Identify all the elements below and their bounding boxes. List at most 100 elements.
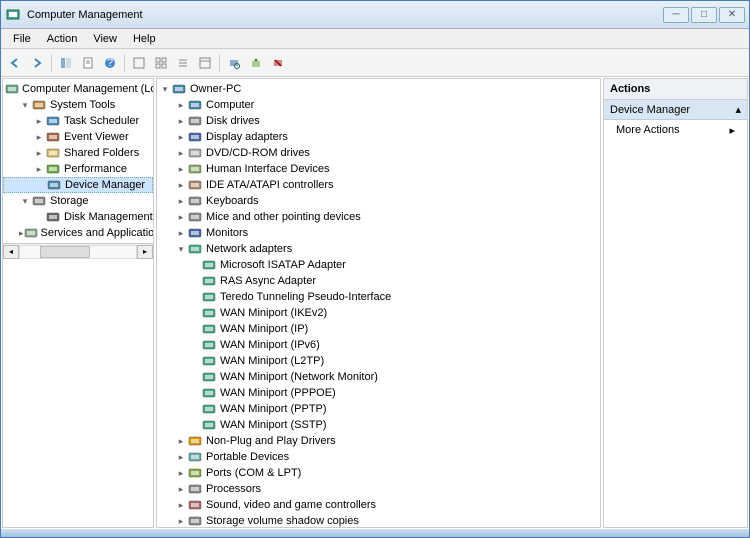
tree-item[interactable]: ▸Human Interface Devices — [157, 161, 600, 177]
menu-action[interactable]: Action — [39, 31, 86, 47]
expand-icon[interactable]: ▸ — [175, 212, 187, 223]
expand-icon[interactable]: ▸ — [175, 468, 187, 479]
tree-item[interactable]: ▸Processors — [157, 481, 600, 497]
expand-icon[interactable]: ▸ — [33, 148, 45, 159]
expand-icon[interactable]: ▸ — [175, 516, 187, 527]
tree-item[interactable]: ▸Event Viewer — [3, 129, 153, 145]
tree-item[interactable]: ▸Computer — [157, 97, 600, 113]
titlebar: Computer Management ─ □ ✕ — [1, 1, 749, 29]
forward-button[interactable] — [27, 53, 47, 73]
tree-item[interactable]: ▸Sound, video and game controllers — [157, 497, 600, 513]
close-button[interactable]: ✕ — [719, 7, 745, 23]
expand-icon[interactable]: ▸ — [175, 132, 187, 143]
tree-item[interactable]: WAN Miniport (IPv6) — [157, 337, 600, 353]
view-large-button[interactable] — [129, 53, 149, 73]
expand-icon[interactable]: ▸ — [175, 436, 187, 447]
collapse-icon[interactable]: ▾ — [175, 244, 187, 255]
show-hide-tree-button[interactable] — [56, 53, 76, 73]
neta-icon — [201, 386, 217, 400]
menu-view[interactable]: View — [85, 31, 125, 47]
more-actions-item[interactable]: More Actions ▸ — [604, 120, 747, 141]
expand-icon[interactable]: ▸ — [175, 116, 187, 127]
expand-icon[interactable]: ▸ — [33, 116, 45, 127]
tree-item[interactable]: Disk Management — [3, 209, 153, 225]
expand-icon[interactable]: ▸ — [175, 148, 187, 159]
left-hscrollbar[interactable]: ◂▸ — [3, 243, 153, 259]
menu-help[interactable]: Help — [125, 31, 164, 47]
collapse-icon[interactable]: ▾ — [159, 84, 171, 95]
tree-item[interactable]: ▸Disk drives — [157, 113, 600, 129]
svg-text:?: ? — [107, 57, 113, 69]
tree-item[interactable]: WAN Miniport (Network Monitor) — [157, 369, 600, 385]
expand-icon[interactable]: ▸ — [33, 132, 45, 143]
view-list-button[interactable] — [173, 53, 193, 73]
tree-item[interactable]: ▸ Mice and other pointing devices — [157, 209, 600, 225]
tree-item[interactable]: WAN Miniport (PPPOE) — [157, 385, 600, 401]
tree-item[interactable]: ▸Services and Applications — [3, 225, 153, 241]
tree-item[interactable]: ▸Non-Plug and Play Drivers — [157, 433, 600, 449]
tree-item[interactable]: ▸DVD/CD-ROM drives — [157, 145, 600, 161]
back-button[interactable] — [5, 53, 25, 73]
neta-icon — [201, 338, 217, 352]
tree-item[interactable]: WAN Miniport (IKEv2) — [157, 305, 600, 321]
device-root[interactable]: ▾ Owner-PC — [157, 81, 600, 97]
tree-item-label: WAN Miniport (SSTP) — [220, 419, 327, 431]
expand-icon[interactable]: ▸ — [175, 180, 187, 191]
tree-item-label: Mice and other pointing devices — [206, 211, 361, 223]
tree-item-label: Storage — [50, 195, 89, 207]
expand-icon[interactable]: ▸ — [175, 228, 187, 239]
help-button[interactable]: ? — [100, 53, 120, 73]
expand-icon[interactable]: ▸ — [175, 500, 187, 511]
tree-item[interactable]: ▸Portable Devices — [157, 449, 600, 465]
neta-icon — [201, 354, 217, 368]
neta-icon — [201, 274, 217, 288]
tree-item[interactable]: WAN Miniport (SSTP) — [157, 417, 600, 433]
scan-hardware-button[interactable] — [224, 53, 244, 73]
view-small-button[interactable] — [151, 53, 171, 73]
expand-icon[interactable]: ▸ — [175, 452, 187, 463]
sound-icon — [187, 498, 203, 512]
tree-item[interactable]: WAN Miniport (IP) — [157, 321, 600, 337]
actions-section[interactable]: Device Manager ▴ — [604, 100, 747, 120]
collapse-icon[interactable]: ▾ — [19, 100, 31, 111]
tree-item[interactable]: ▸IDE ATA/ATAPI controllers — [157, 177, 600, 193]
tree-item[interactable]: RAS Async Adapter — [157, 273, 600, 289]
tree-item[interactable]: WAN Miniport (PPTP) — [157, 401, 600, 417]
tree-item[interactable]: ▾System Tools — [3, 97, 153, 113]
tree-item[interactable]: ▸Shared Folders — [3, 145, 153, 161]
tree-item[interactable]: Microsoft ISATAP Adapter — [157, 257, 600, 273]
actions-item-label: More Actions — [616, 124, 680, 137]
tree-item[interactable]: Teredo Tunneling Pseudo-Interface — [157, 289, 600, 305]
collapse-icon[interactable]: ▾ — [19, 196, 31, 207]
tree-item[interactable]: ▸Ports (COM & LPT) — [157, 465, 600, 481]
tree-item[interactable]: ▸Performance — [3, 161, 153, 177]
tree-item-label: Device Manager — [65, 179, 145, 191]
minimize-button[interactable]: ─ — [663, 7, 689, 23]
tree-item-label: Disk Management — [64, 211, 153, 223]
tree-item[interactable]: Computer Management (Local) — [3, 81, 153, 97]
cpu-icon — [187, 482, 203, 496]
tree-item[interactable]: ▸Keyboards — [157, 193, 600, 209]
tree-item[interactable]: ▸Storage volume shadow copies — [157, 513, 600, 528]
tree-item[interactable]: ▸Display adapters — [157, 129, 600, 145]
device-root-label: Owner-PC — [190, 83, 241, 95]
uninstall-button[interactable] — [268, 53, 288, 73]
tree-item-label: WAN Miniport (IPv6) — [220, 339, 320, 351]
expand-icon[interactable]: ▸ — [175, 100, 187, 111]
tree-item[interactable]: ▾ Storage — [3, 193, 153, 209]
tree-item[interactable]: ▸Task Scheduler — [3, 113, 153, 129]
expand-icon[interactable]: ▸ — [175, 196, 187, 207]
expand-icon[interactable]: ▸ — [33, 164, 45, 175]
menu-file[interactable]: File — [5, 31, 39, 47]
update-driver-button[interactable] — [246, 53, 266, 73]
tree-item[interactable]: WAN Miniport (L2TP) — [157, 353, 600, 369]
tree-item[interactable]: ▾Network adapters — [157, 241, 600, 257]
expand-icon[interactable]: ▸ — [175, 164, 187, 175]
properties-button[interactable] — [78, 53, 98, 73]
tree-item[interactable]: ▸Monitors — [157, 225, 600, 241]
maximize-button[interactable]: □ — [691, 7, 717, 23]
tree-item[interactable]: Device Manager — [3, 177, 153, 193]
pc-icon — [171, 82, 187, 96]
expand-icon[interactable]: ▸ — [175, 484, 187, 495]
view-detail-button[interactable] — [195, 53, 215, 73]
